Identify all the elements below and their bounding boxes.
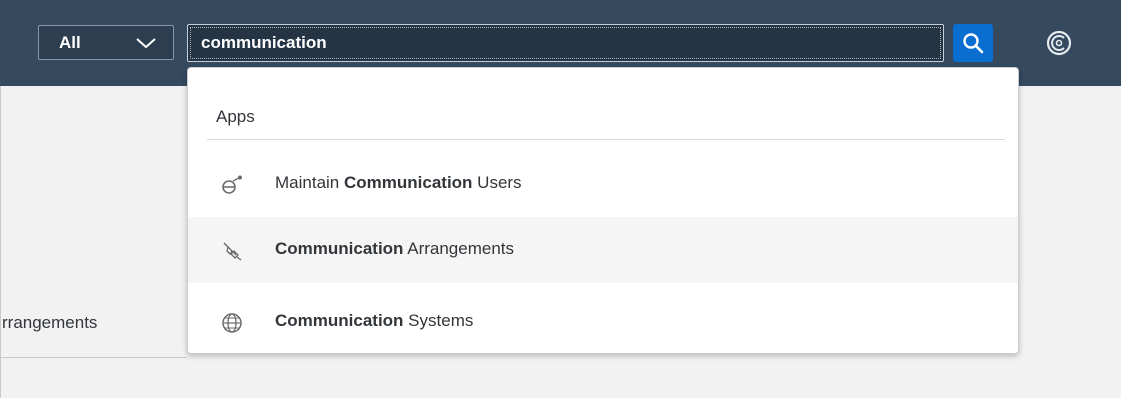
search-icon [963, 33, 984, 54]
suggestion-maintain-communication-users[interactable]: Maintain Communication Users [188, 151, 1018, 217]
search-input[interactable] [201, 30, 921, 56]
communication-user-icon [222, 175, 242, 194]
globe-icon [222, 313, 242, 333]
search-scope-select[interactable]: All [38, 25, 174, 60]
suggestion-label: Maintain Communication Users [275, 173, 522, 192]
background-tile-label: rrangements [2, 313, 98, 332]
search-suggestions-popover: Apps Maintain Communication Users Commun… [187, 67, 1019, 354]
divider [207, 139, 1005, 140]
suggestion-label: Communication Systems [275, 311, 474, 330]
connection-icon [223, 242, 242, 261]
copilot-icon[interactable] [1043, 27, 1075, 59]
search-button[interactable] [953, 24, 993, 62]
chevron-down-icon [136, 38, 156, 49]
content-border [0, 86, 1, 398]
search-scope-value: All [59, 33, 81, 52]
suggestion-communication-arrangements[interactable]: Communication Arrangements [188, 217, 1018, 283]
search-field[interactable] [187, 24, 944, 62]
suggestion-communication-systems[interactable]: Communication Systems [188, 289, 1018, 353]
suggestion-group-header: Apps [216, 107, 255, 126]
divider [0, 357, 187, 358]
suggestion-label: Communication Arrangements [275, 239, 515, 258]
